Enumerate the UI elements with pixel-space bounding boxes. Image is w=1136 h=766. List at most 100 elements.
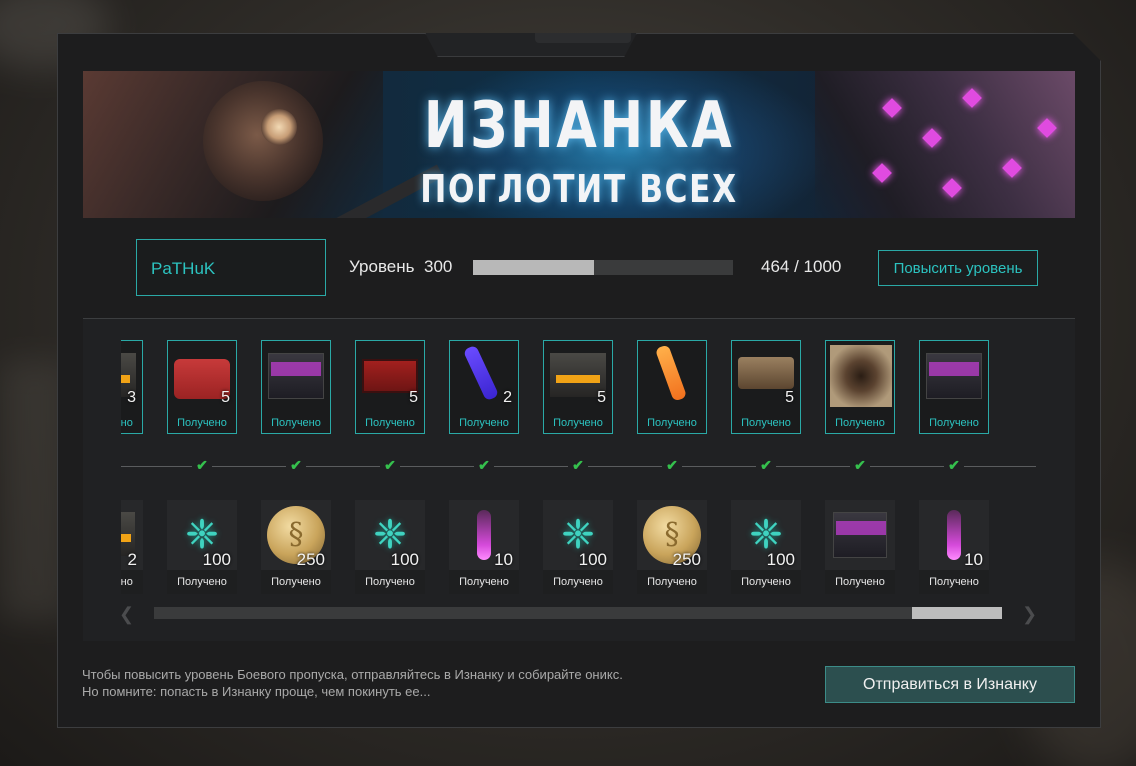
reward-count: 100 <box>766 550 795 569</box>
panel-top-notch-handle <box>535 33 631 43</box>
reward-count: 100 <box>578 550 607 569</box>
free-reward-card[interactable]: ❈ 100 Получено <box>355 500 425 594</box>
level-value: 300 <box>424 257 453 276</box>
reward-count: 3 <box>127 389 136 406</box>
premium-reward-card[interactable]: 3 Получено <box>121 340 143 434</box>
premium-reward-card[interactable]: 5 Получено <box>355 340 425 434</box>
reward-count: 2 <box>503 389 512 406</box>
xp-progress-bar <box>473 260 733 275</box>
hint-text: Чтобы повысить уровень Боевого пропуска,… <box>82 666 623 700</box>
toolbox-icon <box>362 359 418 393</box>
reward-status: Получено <box>929 576 979 588</box>
free-reward-card[interactable]: ❈ 100 Получено <box>543 500 613 594</box>
premium-reward-card[interactable]: Получено <box>637 340 707 434</box>
free-reward-card[interactable]: 10 Получено <box>919 500 989 594</box>
premium-reward-card[interactable]: Получено <box>261 340 331 434</box>
scrollbar-thumb[interactable] <box>912 607 1002 619</box>
free-reward-card[interactable]: § 250 Получено <box>261 500 331 594</box>
reward-status: Получено <box>553 417 603 429</box>
detonator-icon <box>738 357 794 389</box>
level-complete-check-icon: ✔ <box>196 457 208 473</box>
track-connector-line <box>870 466 944 467</box>
vial-icon <box>947 510 961 560</box>
level-label: Уровень <box>349 257 415 276</box>
free-reward-card[interactable]: § 250 Получено <box>637 500 707 594</box>
free-reward-card[interactable]: 10 Получено <box>449 500 519 594</box>
reward-status: Получено <box>177 576 227 588</box>
reward-status: Получено <box>121 576 133 588</box>
level-up-button[interactable]: Повысить уровень <box>878 250 1038 286</box>
track-connector-line <box>121 466 192 467</box>
level-complete-check-icon: ✔ <box>854 457 866 473</box>
scroll-left-arrow[interactable]: ❮ <box>119 604 134 625</box>
reward-status: Получено <box>553 576 603 588</box>
reward-count: 5 <box>785 389 794 406</box>
reward-count: 5 <box>409 389 418 406</box>
free-reward-card[interactable]: 2 Получено <box>121 500 143 594</box>
reward-status: Получено <box>459 417 509 429</box>
reward-status: Получено <box>741 417 791 429</box>
level-complete-check-icon: ✔ <box>384 457 396 473</box>
reward-count: 100 <box>390 550 419 569</box>
reward-count: 100 <box>202 550 231 569</box>
track-connector-line <box>682 466 756 467</box>
track-connector-line <box>494 466 568 467</box>
premium-reward-card[interactable]: 2 Получено <box>449 340 519 434</box>
reward-status: Получено <box>121 417 133 429</box>
reward-count: 250 <box>672 550 701 569</box>
crate-crystals <box>929 362 979 376</box>
reward-count: 10 <box>964 550 983 569</box>
reward-status: Получено <box>835 417 885 429</box>
crate-crystals <box>836 521 886 535</box>
vial-icon <box>477 510 491 560</box>
go-to-underside-button[interactable]: Отправиться в Изнанку <box>825 666 1075 703</box>
level-complete-check-icon: ✔ <box>760 457 772 473</box>
reward-count: 5 <box>597 389 606 406</box>
track-connector-line <box>212 466 286 467</box>
crate-icon <box>268 353 324 399</box>
crate-icon <box>833 512 887 558</box>
map-icon <box>830 345 892 407</box>
reward-status: Получено <box>365 417 415 429</box>
banner-title: ИЗНАНКА <box>423 89 735 163</box>
track-connector-line <box>400 466 474 467</box>
ammo-stripe <box>121 375 130 383</box>
premium-reward-card[interactable]: Получено <box>825 340 895 434</box>
reward-status: Получено <box>647 576 697 588</box>
rewards-scrollbar[interactable] <box>154 607 1002 619</box>
xp-counter: 464 / 1000 <box>761 257 842 276</box>
free-reward-card[interactable]: ❈ 100 Получено <box>167 500 237 594</box>
reward-status: Получено <box>271 417 321 429</box>
reward-status: Получено <box>365 576 415 588</box>
reward-status: Получено <box>177 417 227 429</box>
reward-status: Получено <box>459 576 509 588</box>
banner-subtitle: ПОГЛОТИТ ВСЕХ <box>420 167 738 211</box>
premium-reward-card[interactable]: 5 Получено <box>167 340 237 434</box>
reward-status: Получено <box>835 576 885 588</box>
reward-status: Получено <box>271 576 321 588</box>
ammo-stripe <box>556 375 600 383</box>
level-complete-check-icon: ✔ <box>572 457 584 473</box>
rewards-track[interactable]: 3 Получено 5 Получено Получено 5 Получено 2 Полу… <box>121 330 1036 600</box>
level-complete-check-icon: ✔ <box>948 457 960 473</box>
reward-count: 2 <box>127 550 137 569</box>
reward-count: 250 <box>296 550 325 569</box>
event-banner: ИЗНАНКА ПОГЛОТИТ ВСЕХ <box>83 71 1075 218</box>
premium-reward-card[interactable]: Получено <box>919 340 989 434</box>
level-complete-check-icon: ✔ <box>478 457 490 473</box>
crate-crystals <box>271 362 321 376</box>
glowstick-blue-icon <box>462 344 500 402</box>
hint-line-2: Но помните: попасть в Изнанку проще, чем… <box>82 684 431 699</box>
hint-line-1: Чтобы повысить уровень Боевого пропуска,… <box>82 667 623 682</box>
free-reward-card[interactable]: ❈ 100 Получено <box>731 500 801 594</box>
premium-reward-card[interactable]: 5 Получено <box>731 340 801 434</box>
glowstick-orange-icon <box>654 344 688 402</box>
scroll-right-arrow[interactable]: ❯ <box>1022 604 1037 625</box>
reward-status: Получено <box>741 576 791 588</box>
ammo-stripe <box>121 534 131 542</box>
crystal-icon <box>1037 118 1057 138</box>
premium-reward-card[interactable]: 5 Получено <box>543 340 613 434</box>
free-reward-card[interactable]: Получено <box>825 500 895 594</box>
track-connector-line <box>776 466 850 467</box>
track-connector-line <box>588 466 662 467</box>
